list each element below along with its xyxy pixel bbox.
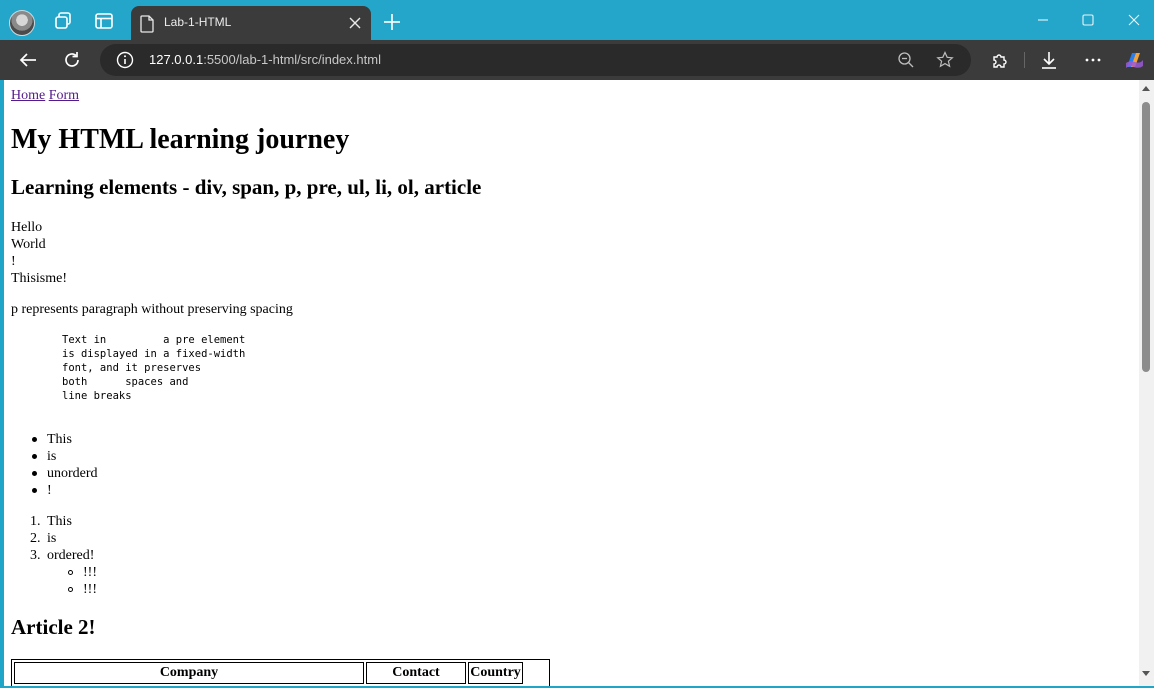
list-item-text: ordered!	[47, 548, 95, 563]
page-nav: Home Form	[11, 87, 79, 104]
text-lines: Hello World ! Thisisme!	[11, 219, 67, 287]
maximize-icon[interactable]	[1078, 10, 1098, 30]
copilot-icon[interactable]	[1123, 49, 1145, 71]
extensions-icon[interactable]	[989, 49, 1011, 71]
new-tab-icon[interactable]	[382, 12, 402, 32]
list-item-text: This	[47, 514, 72, 529]
list-item-text: is	[47, 531, 57, 546]
table-header-label: Company	[159, 665, 219, 680]
url-path: :5500/lab-1-html/src/index.html	[203, 52, 381, 67]
list-marker: 1.	[30, 514, 41, 529]
article-heading: Article 2!	[11, 615, 96, 639]
list-item: !	[11, 482, 98, 499]
site-info-icon[interactable]	[116, 51, 134, 69]
more-menu-icon[interactable]	[1082, 49, 1104, 71]
url-host: 127.0.0.1	[149, 52, 204, 67]
toolbar-separator	[1024, 52, 1025, 68]
unordered-list: This is unorderd !	[11, 431, 98, 499]
data-table: Company Contact Country	[11, 659, 550, 686]
minimize-icon[interactable]	[1034, 10, 1054, 30]
refresh-icon[interactable]	[61, 49, 83, 71]
table-header-company: Company	[14, 662, 364, 684]
list-item: unorderd	[11, 465, 98, 482]
scroll-down-arrow-icon[interactable]	[1142, 671, 1150, 676]
nav-link-form[interactable]: Form	[49, 88, 79, 103]
profile-avatar[interactable]	[9, 10, 35, 36]
ordered-list: 1. This 2. is 3. ordered!	[11, 513, 94, 564]
scrollbar-thumb[interactable]	[1142, 102, 1150, 372]
favorite-star-icon[interactable]	[936, 51, 954, 69]
table-header-country: Country	[468, 662, 523, 684]
list-item: !!!	[11, 581, 97, 598]
document-icon	[140, 15, 154, 33]
pre-block: Text in a pre element is displayed in a …	[62, 334, 246, 402]
list-item: 1. This	[11, 513, 94, 530]
section-heading: Learning elements - div, span, p, pre, u…	[11, 175, 482, 199]
address-bar[interactable]: 127.0.0.1:5500/lab-1-html/src/index.html	[100, 44, 971, 76]
back-icon[interactable]	[17, 49, 39, 71]
table-header-label: Contact	[392, 665, 440, 680]
page-viewport[interactable]: Home Form My HTML learning journey Learn…	[4, 80, 1139, 686]
list-marker: 2.	[30, 531, 41, 546]
nav-link-home[interactable]: Home	[11, 88, 45, 103]
text-line: World	[11, 237, 46, 252]
vertical-scrollbar[interactable]	[1139, 80, 1154, 686]
list-item: This	[11, 431, 98, 448]
zoom-out-icon[interactable]	[897, 51, 915, 69]
list-item: 3. ordered!	[11, 547, 94, 564]
list-item: is	[11, 448, 98, 465]
text-line: Hello	[11, 220, 43, 235]
tab-title: Lab-1-HTML	[164, 15, 232, 29]
close-tab-icon[interactable]	[347, 15, 363, 31]
text-line: Thisisme!	[11, 271, 67, 286]
list-item: 2. is	[11, 530, 94, 547]
list-marker: 3.	[30, 548, 41, 563]
workspaces-icon[interactable]	[52, 10, 74, 32]
browser-toolbar: 127.0.0.1:5500/lab-1-html/src/index.html	[0, 40, 1154, 80]
page-title: My HTML learning journey	[11, 124, 350, 155]
tab-active[interactable]: Lab-1-HTML	[131, 6, 371, 40]
scroll-up-arrow-icon[interactable]	[1142, 86, 1150, 91]
close-window-icon[interactable]	[1124, 10, 1144, 30]
downloads-icon[interactable]	[1038, 49, 1060, 71]
table-header-label: Country	[470, 665, 521, 680]
nested-list: !!! !!!	[11, 564, 97, 598]
title-bar: Lab-1-HTML	[0, 0, 1154, 40]
url-text[interactable]: 127.0.0.1:5500/lab-1-html/src/index.html	[149, 52, 381, 67]
paragraph: p represents paragraph without preservin…	[11, 302, 293, 317]
text-line: !	[11, 254, 16, 269]
tab-actions-icon[interactable]	[93, 10, 115, 32]
list-item: !!!	[11, 564, 97, 581]
table-header-contact: Contact	[366, 662, 466, 684]
